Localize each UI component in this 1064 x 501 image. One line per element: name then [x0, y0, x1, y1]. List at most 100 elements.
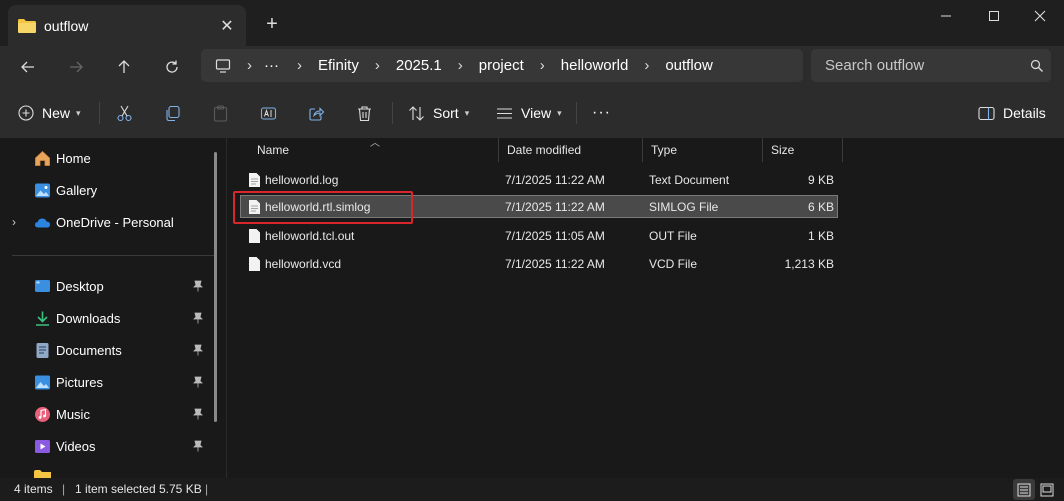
folder-icon [34, 470, 51, 478]
refresh-button[interactable] [156, 51, 188, 83]
forward-button[interactable] [60, 51, 92, 83]
sort-label: Sort [433, 105, 459, 121]
view-label: View [521, 105, 552, 121]
cut-button[interactable] [116, 98, 133, 128]
copy-icon [166, 105, 180, 121]
computer-icon [215, 58, 231, 73]
copy-button[interactable] [164, 98, 181, 128]
nav-label: Home [56, 150, 91, 166]
chevron-right-icon: › [457, 57, 463, 74]
pin-icon[interactable] [193, 344, 203, 356]
nav-item-desktop[interactable]: Desktop [0, 272, 210, 300]
file-date: 7/1/2025 11:22 AM [505, 257, 605, 271]
table-row[interactable]: helloworld.log 7/1/2025 11:22 AM Text Do… [240, 168, 838, 192]
file-date: 7/1/2025 11:05 AM [505, 229, 605, 243]
tab-outflow[interactable]: outflow ✕ [8, 5, 246, 46]
nav-item-home[interactable]: Home [0, 144, 210, 172]
nav-item-downloads[interactable]: Downloads [0, 304, 210, 332]
nav-item-documents[interactable]: Documents [0, 336, 210, 364]
column-header-date[interactable]: Date modified [499, 138, 643, 162]
breadcrumb-efinity[interactable]: Efinity [318, 57, 359, 74]
search-placeholder: Search outflow [825, 57, 925, 74]
nav-label: OneDrive - Personal [56, 214, 174, 230]
details-button[interactable]: Details [978, 98, 1046, 128]
nav-label: Music [56, 406, 90, 422]
maximize-icon[interactable] [970, 0, 1018, 32]
trash-icon [358, 105, 371, 121]
chevron-right-icon[interactable]: › [12, 215, 16, 229]
search-input[interactable]: Search outflow [811, 49, 1051, 82]
paste-button[interactable] [212, 98, 229, 128]
column-header-type[interactable]: Type [643, 138, 763, 162]
new-button[interactable]: New ▾ [18, 98, 81, 128]
sort-button[interactable]: Sort ▾ [408, 98, 469, 128]
tiles-view-button[interactable] [1036, 479, 1058, 500]
breadcrumb-project[interactable]: project [479, 57, 524, 74]
address-row: › ··· › Efinity › 2025.1 › project › hel… [0, 46, 1064, 88]
file-type: SIMLOG File [649, 199, 719, 214]
chevron-down-icon: ▾ [464, 107, 470, 118]
status-selected: 1 item selected [75, 482, 156, 496]
table-row[interactable]: helloworld.tcl.out 7/1/2025 11:05 AM OUT… [240, 224, 838, 248]
scissors-icon [117, 105, 132, 121]
nav-label: Downloads [56, 310, 121, 326]
nav-scrollbar[interactable] [214, 152, 217, 422]
chevron-right-icon: › [644, 57, 650, 74]
breadcrumb-2025-1[interactable]: 2025.1 [396, 57, 442, 74]
status-separator: | [62, 482, 66, 496]
file-type: OUT File [649, 229, 697, 243]
divider [392, 102, 393, 124]
close-tab-icon[interactable]: ✕ [212, 11, 242, 41]
file-size: 6 KB [807, 199, 834, 214]
share-icon [309, 106, 325, 121]
file-icon [249, 257, 260, 271]
details-pane-icon [978, 106, 995, 120]
breadcrumb-overflow[interactable]: ··· [264, 57, 279, 74]
file-date: 7/1/2025 11:22 AM [505, 199, 605, 214]
pin-icon[interactable] [193, 408, 203, 420]
text-file-icon [249, 173, 260, 187]
tab-title: outflow [44, 17, 89, 34]
file-type: Text Document [649, 173, 730, 187]
more-options-button[interactable]: ··· [592, 98, 611, 128]
address-bar[interactable]: › ··· › Efinity › 2025.1 › project › hel… [201, 49, 803, 82]
view-button[interactable]: View ▾ [496, 98, 562, 128]
column-header-size[interactable]: Size [763, 138, 843, 162]
minimize-icon[interactable] [922, 0, 970, 32]
command-bar: New ▾ Sort ▾ View ▾ ··· Details [0, 88, 1064, 138]
rename-button[interactable] [260, 98, 277, 128]
pin-icon[interactable] [193, 312, 203, 324]
breadcrumb-outflow[interactable]: outflow [665, 57, 713, 74]
share-button[interactable] [308, 98, 325, 128]
up-button[interactable] [108, 51, 140, 83]
chevron-down-icon: ▾ [557, 107, 562, 118]
delete-button[interactable] [356, 98, 373, 128]
new-tab-button[interactable]: + [258, 10, 286, 38]
back-button[interactable] [12, 51, 44, 83]
nav-label: Videos [56, 438, 96, 454]
file-size: 9 KB [807, 173, 834, 187]
pin-icon[interactable] [193, 280, 203, 292]
arrow-right-icon [70, 61, 83, 73]
table-row[interactable]: helloworld.vcd 7/1/2025 11:22 AM VCD Fil… [240, 252, 838, 276]
close-window-icon[interactable] [1016, 0, 1064, 32]
pin-icon[interactable] [193, 376, 203, 388]
pin-icon[interactable] [193, 440, 203, 452]
nav-item-gallery[interactable]: Gallery [0, 176, 210, 204]
arrow-up-icon [118, 60, 130, 73]
nav-item-onedrive[interactable]: › OneDrive - Personal [0, 208, 210, 236]
search-icon[interactable] [1023, 52, 1051, 80]
tiles-view-icon [1040, 483, 1054, 496]
file-name: helloworld.log [265, 173, 339, 187]
title-bar: outflow ✕ + [0, 0, 1064, 46]
nav-item-videos[interactable]: Videos [0, 432, 210, 460]
nav-item-pictures[interactable]: Pictures [0, 368, 210, 396]
details-view-button[interactable] [1013, 479, 1035, 500]
breadcrumb-helloworld[interactable]: helloworld [561, 57, 629, 74]
nav-divider [12, 255, 216, 256]
nav-item-music[interactable]: Music [0, 400, 210, 428]
status-bar: 4 items | 1 item selected 5.75 KB | [0, 478, 1064, 501]
column-header-name[interactable]: Name [249, 138, 499, 162]
folder-icon [18, 18, 36, 33]
details-label: Details [1003, 105, 1046, 121]
